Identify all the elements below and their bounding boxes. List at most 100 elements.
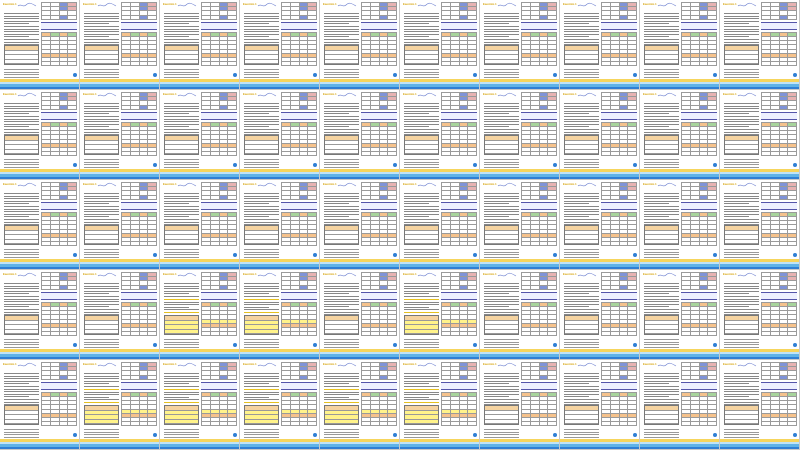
indicators-table xyxy=(361,121,397,157)
exercise-label: Esercizio 1 xyxy=(83,93,97,96)
slide-thumbnail[interactable]: Esercizio 1 xyxy=(480,360,560,450)
formula-strip xyxy=(41,21,77,30)
slide-thumbnail[interactable]: Esercizio 1 xyxy=(720,270,800,360)
slide-thumbnail[interactable]: Esercizio 1 xyxy=(160,180,240,270)
slide-thumbnail[interactable]: Esercizio 1 xyxy=(240,270,320,360)
slide-thumbnail[interactable]: Esercizio 1 xyxy=(240,90,320,180)
slide-thumbnail[interactable]: Esercizio 1 xyxy=(720,90,800,180)
slide-thumbnail[interactable]: Esercizio 1 xyxy=(80,180,160,270)
values-table xyxy=(281,271,317,290)
indicators-table xyxy=(681,301,717,337)
formula-strip xyxy=(601,201,637,210)
slide-thumbnail[interactable]: Esercizio 1 xyxy=(0,90,80,180)
footer-bands xyxy=(720,349,799,359)
indicators-table xyxy=(601,31,637,67)
values-table xyxy=(281,91,317,110)
formula-strip xyxy=(681,291,717,300)
formula-strip xyxy=(41,201,77,210)
slide-thumbnail[interactable]: Esercizio 1 xyxy=(480,180,560,270)
slide-thumbnail[interactable]: Esercizio 1 xyxy=(400,0,480,90)
slide-thumbnail[interactable]: Esercizio 1 xyxy=(560,270,640,360)
slide-thumbnail[interactable]: Esercizio 1 xyxy=(640,0,720,90)
slide-thumbnail[interactable]: Esercizio 1 xyxy=(400,360,480,450)
slide-thumbnail[interactable]: Esercizio 1 xyxy=(480,270,560,360)
slide-thumbnail[interactable]: Esercizio 1 xyxy=(400,180,480,270)
page-badge-icon xyxy=(713,433,717,437)
indicators-table xyxy=(281,31,317,67)
slide-thumbnail[interactable]: Esercizio 1 xyxy=(640,270,720,360)
calculation-panel xyxy=(41,91,77,157)
values-table xyxy=(41,91,77,110)
slide-thumbnail[interactable]: Esercizio 1 xyxy=(0,270,80,360)
slide-thumbnail[interactable]: Esercizio 1 xyxy=(240,180,320,270)
slide-thumbnail[interactable]: Esercizio 1 xyxy=(320,90,400,180)
slide-thumbnail[interactable]: Esercizio 1 xyxy=(720,360,800,450)
calculation-panel xyxy=(681,91,717,157)
slide-thumbnail[interactable]: Esercizio 1 xyxy=(480,0,560,90)
indicators-table xyxy=(361,301,397,337)
slide-thumbnail[interactable]: Esercizio 1 xyxy=(0,180,80,270)
slide-thumbnail[interactable]: Esercizio 1 xyxy=(160,270,240,360)
paragraph-text xyxy=(164,13,199,49)
slide-thumbnail[interactable]: Esercizio 1 xyxy=(320,180,400,270)
paragraph-text xyxy=(564,193,599,229)
slide-thumbnail[interactable]: Esercizio 1 xyxy=(240,360,320,450)
slide-thumbnail[interactable]: Esercizio 1 xyxy=(80,0,160,90)
indicators-table xyxy=(681,211,717,247)
values-table xyxy=(441,361,477,380)
handwritten-scribble xyxy=(177,2,197,9)
exercise-label: Esercizio 1 xyxy=(483,183,497,186)
notes-text xyxy=(164,159,199,169)
formula-strip xyxy=(121,381,157,390)
exercise-label: Esercizio 1 xyxy=(243,3,257,6)
slide-thumbnail[interactable]: Esercizio 1 xyxy=(80,270,160,360)
notes-text xyxy=(644,159,679,169)
formula-strip xyxy=(681,201,717,210)
slide-thumbnail[interactable]: Esercizio 1 xyxy=(720,0,800,90)
slide-thumbnail[interactable]: Esercizio 1 xyxy=(640,180,720,270)
summary-table xyxy=(4,45,39,65)
values-table xyxy=(41,271,77,290)
indicators-table xyxy=(521,31,557,67)
calculation-panel xyxy=(521,181,557,247)
slide-thumbnail[interactable]: Esercizio 1 xyxy=(560,0,640,90)
slide-thumbnail[interactable]: Esercizio 1 xyxy=(80,90,160,180)
indicators-table xyxy=(201,211,237,247)
slide-thumbnail[interactable]: Esercizio 1 xyxy=(400,90,480,180)
formula-strip xyxy=(41,111,77,120)
slide-thumbnail[interactable]: Esercizio 1 xyxy=(160,0,240,90)
formula-strip xyxy=(121,21,157,30)
slide-thumbnail[interactable]: Esercizio 1 xyxy=(160,90,240,180)
footer-bands xyxy=(480,439,559,449)
slide-thumbnail[interactable]: Esercizio 1 xyxy=(560,360,640,450)
slide-thumbnail[interactable]: Esercizio 1 xyxy=(160,360,240,450)
slide-thumbnail[interactable]: Esercizio 1 xyxy=(0,360,80,450)
handwritten-scribble xyxy=(97,92,117,99)
handwritten-scribble xyxy=(417,182,437,189)
slide-thumbnail[interactable]: Esercizio 1 xyxy=(240,0,320,90)
slide-thumbnail[interactable]: Esercizio 1 xyxy=(720,180,800,270)
notes-text xyxy=(324,339,359,349)
slide-thumbnail[interactable]: Esercizio 1 xyxy=(400,270,480,360)
slide-thumbnail[interactable]: Esercizio 1 xyxy=(560,180,640,270)
exercise-label: Esercizio 1 xyxy=(323,273,337,276)
values-table xyxy=(121,361,157,380)
slide-thumbnail[interactable]: Esercizio 1 xyxy=(560,90,640,180)
values-table xyxy=(681,91,717,110)
calculation-panel xyxy=(121,91,157,157)
slide-thumbnail[interactable]: Esercizio 1 xyxy=(80,360,160,450)
page-badge-icon xyxy=(313,163,317,167)
formula-strip xyxy=(281,291,317,300)
slide-thumbnail[interactable]: Esercizio 1 xyxy=(640,90,720,180)
slide-thumbnail[interactable]: Esercizio 1 xyxy=(320,270,400,360)
handwritten-scribble xyxy=(737,92,757,99)
footer-bands xyxy=(0,439,79,449)
exercise-label: Esercizio 1 xyxy=(563,3,577,6)
slide-thumbnail[interactable]: Esercizio 1 xyxy=(320,0,400,90)
slide-thumbnail[interactable]: Esercizio 1 xyxy=(480,90,560,180)
slide-thumbnail[interactable]: Esercizio 1 xyxy=(0,0,80,90)
slide-thumbnail[interactable]: Esercizio 1 xyxy=(320,360,400,450)
footer-bands xyxy=(480,79,559,89)
footer-bands xyxy=(720,169,799,179)
slide-thumbnail[interactable]: Esercizio 1 xyxy=(640,360,720,450)
